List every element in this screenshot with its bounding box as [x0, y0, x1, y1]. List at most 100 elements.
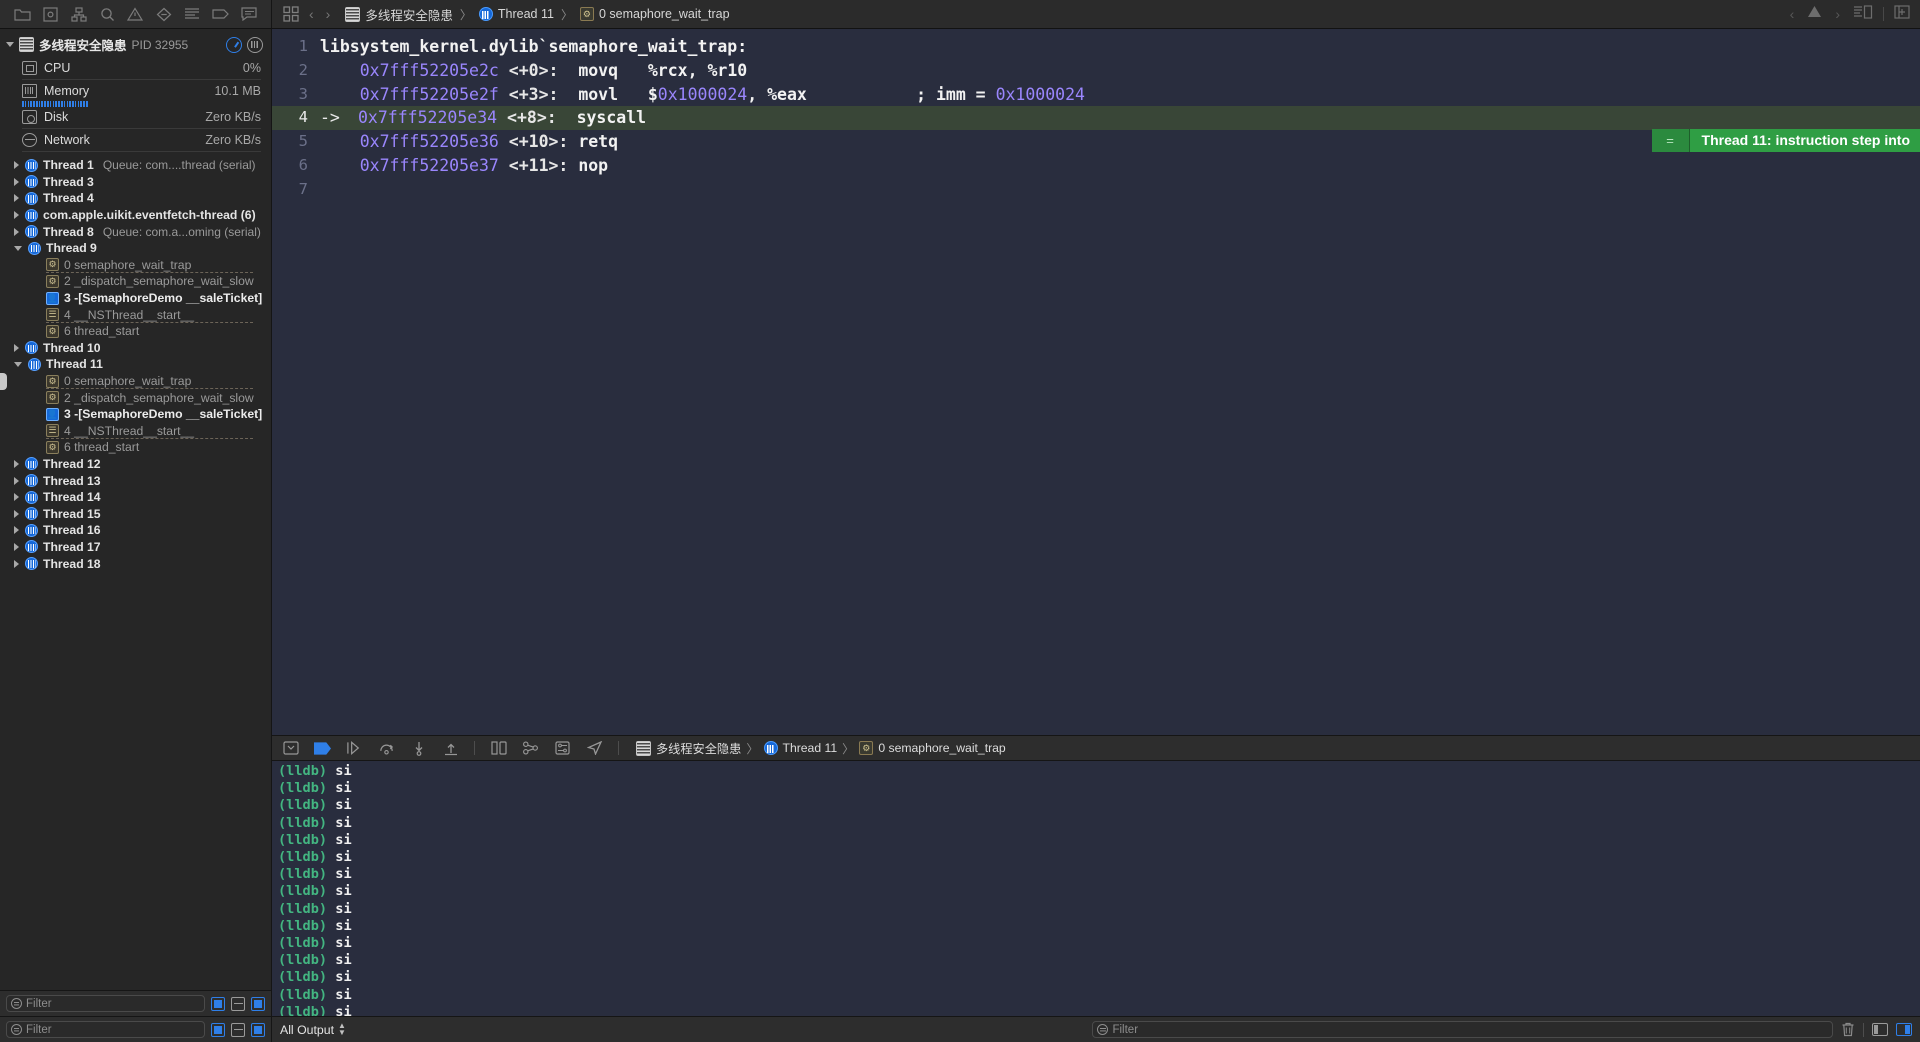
disclosure-triangle-closed[interactable]: [14, 509, 19, 518]
disclosure-triangle-closed[interactable]: [14, 476, 19, 485]
thread-row[interactable]: Thread 13: [0, 472, 271, 489]
stat-row-memory[interactable]: Memory 10.1 MB: [0, 81, 271, 101]
process-disclosure-triangle[interactable]: [6, 42, 14, 47]
process-row[interactable]: 多线程安全隐患 PID 32955: [0, 31, 271, 58]
disclosure-triangle-closed[interactable]: [14, 459, 19, 468]
folder-icon[interactable]: [14, 6, 31, 23]
disclosure-triangle-closed[interactable]: [14, 526, 19, 535]
warning-triangle-icon[interactable]: [1807, 5, 1822, 23]
show-only-crashed-icon[interactable]: [211, 1022, 225, 1037]
chevron-left-icon[interactable]: ‹: [1787, 7, 1798, 21]
show-only-crashed-icon[interactable]: [211, 996, 225, 1011]
step-over-icon[interactable]: [378, 741, 395, 756]
thread-row[interactable]: Thread 10: [0, 340, 271, 357]
add-editor-icon[interactable]: [1894, 4, 1910, 24]
disclosure-triangle-closed[interactable]: [14, 493, 19, 502]
jumpbar-forward-button[interactable]: ›: [323, 7, 334, 21]
chevron-right-icon[interactable]: ›: [1832, 7, 1843, 21]
thread-row[interactable]: Thread 11: [0, 356, 271, 373]
stat-row-cpu[interactable]: CPU 0%: [0, 58, 271, 78]
stack-frame-row[interactable]: ⚙ 2 _dispatch_semaphore_wait_slow: [0, 273, 271, 290]
disclosure-triangle-open[interactable]: [14, 361, 22, 367]
navigator-filter-field-bottom[interactable]: Filter: [6, 1021, 205, 1038]
step-out-icon[interactable]: [442, 741, 459, 756]
stack-frame-row[interactable]: 👤 3 -[SemaphoreDemo __saleTicket]: [0, 290, 271, 307]
thread-row[interactable]: Thread 8 Queue: com.a...oming (serial): [0, 223, 271, 240]
environment-overrides-icon[interactable]: [554, 741, 571, 756]
code-line[interactable]: 2 0x7fff52205e2c <+0>: movq %rcx, %r10: [272, 59, 1920, 83]
code-line-current[interactable]: 4 -> 0x7fff52205e34 <+8>: syscall: [272, 106, 1920, 131]
jumpbar-back-button[interactable]: ‹: [306, 7, 317, 21]
thread-row[interactable]: Thread 12: [0, 456, 271, 473]
stack-frame-row[interactable]: ⚙ 2 _dispatch_semaphore_wait_slow: [0, 389, 271, 406]
debug-breadcrumb-project[interactable]: 多线程安全隐患: [656, 739, 741, 757]
show-only-running-icon[interactable]: [231, 996, 245, 1011]
show-variables-pane-icon[interactable]: [1896, 1023, 1913, 1036]
report-icon[interactable]: [184, 6, 201, 23]
disclosure-triangle-closed[interactable]: [14, 177, 19, 186]
stack-frame-row[interactable]: ⚙ 0 semaphore_wait_trap: [0, 372, 271, 390]
stack-frame-row[interactable]: ⚙ 0 semaphore_wait_trap: [0, 257, 271, 274]
thread-row[interactable]: Thread 14: [0, 489, 271, 506]
continue-icon[interactable]: [346, 741, 363, 756]
stack-frame-row[interactable]: ⚙ 6 thread_start: [0, 323, 271, 340]
debug-breadcrumb-frame[interactable]: 0 semaphore_wait_trap: [878, 741, 1005, 755]
disclosure-triangle-open[interactable]: [14, 245, 22, 251]
comment-icon[interactable]: [240, 6, 257, 23]
trash-icon[interactable]: [1841, 1022, 1855, 1037]
thread-row[interactable]: Thread 3: [0, 174, 271, 191]
debug-memory-graph-icon[interactable]: [522, 741, 539, 756]
show-console-pane-icon[interactable]: [1872, 1023, 1889, 1036]
stat-row-disk[interactable]: Disk Zero KB/s: [0, 107, 271, 127]
pane-resize-handle[interactable]: [0, 372, 7, 390]
thread-row[interactable]: Thread 1 Queue: com....thread (serial): [0, 157, 271, 174]
output-scope-popup[interactable]: All Output ▲ ▼: [280, 1022, 346, 1037]
stack-frame-row[interactable]: 👤 3 -[SemaphoreDemo __saleTicket]: [0, 406, 271, 423]
disclosure-triangle-closed[interactable]: [14, 194, 19, 203]
code-line[interactable]: 1 libsystem_kernel.dylib`semaphore_wait_t…: [272, 35, 1920, 59]
thread-row[interactable]: Thread 4: [0, 190, 271, 207]
code-line[interactable]: 3 0x7fff52205e2f <+3>: movl $0x1000024, …: [272, 83, 1920, 107]
navigator-filter-field[interactable]: Filter: [6, 995, 205, 1012]
breadcrumb-frame[interactable]: 0 semaphore_wait_trap: [599, 7, 730, 21]
search-icon[interactable]: [99, 6, 116, 23]
breadcrumb-project[interactable]: 多线程安全隐患: [365, 5, 453, 24]
disassembly-view[interactable]: 1 libsystem_kernel.dylib`semaphore_wait_t…: [272, 29, 1920, 735]
gauge-icon[interactable]: [226, 36, 242, 53]
debug-navigator-scroll[interactable]: 多线程安全隐患 PID 32955 CPU 0% Memory 10.1 MB …: [0, 29, 271, 990]
disclosure-triangle-closed[interactable]: [14, 211, 19, 220]
thread-row[interactable]: Thread 9: [0, 240, 271, 257]
thread-row[interactable]: Thread 15: [0, 505, 271, 522]
stack-frame-row[interactable]: ☰ 4 __NSThread__start__: [0, 306, 271, 323]
thread-row[interactable]: Thread 17: [0, 539, 271, 556]
breadcrumb-thread[interactable]: Thread 11: [498, 7, 554, 21]
disclosure-triangle-closed[interactable]: [14, 227, 19, 236]
show-only-stack-icon[interactable]: [251, 1022, 265, 1037]
symbol-hierarchy-icon[interactable]: [70, 6, 87, 23]
breakpoint-icon[interactable]: [155, 6, 172, 23]
disclosure-triangle-closed[interactable]: [14, 542, 19, 551]
code-line[interactable]: 7: [272, 178, 1920, 202]
grid-icon[interactable]: [282, 5, 300, 23]
show-only-running-icon[interactable]: [231, 1022, 245, 1037]
thread-row[interactable]: com.apple.uikit.eventfetch-thread (6): [0, 207, 271, 224]
code-line[interactable]: 6 0x7fff52205e37 <+11>: nop: [272, 154, 1920, 178]
warning-icon[interactable]: [127, 6, 144, 23]
hide-debug-area-icon[interactable]: [282, 741, 299, 756]
thread-row[interactable]: Thread 16: [0, 522, 271, 539]
thread-row[interactable]: Thread 18: [0, 555, 271, 572]
debug-view-hierarchy-icon[interactable]: [490, 741, 507, 756]
tag-icon[interactable]: [212, 6, 229, 23]
source-control-icon[interactable]: [42, 6, 59, 23]
stack-frame-row[interactable]: ⚙ 6 thread_start: [0, 439, 271, 456]
step-into-icon[interactable]: [410, 741, 427, 756]
disclosure-triangle-closed[interactable]: [14, 343, 19, 352]
stat-row-network[interactable]: Network Zero KB/s: [0, 130, 271, 150]
simulate-location-icon[interactable]: [586, 741, 603, 756]
console-output[interactable]: (lldb) si (lldb) si (lldb) si (lldb) si (lld…: [272, 761, 1920, 1016]
stack-frame-row[interactable]: ☰ 4 __NSThread__start__: [0, 423, 271, 440]
disclosure-triangle-closed[interactable]: [14, 559, 19, 568]
console-filter-field[interactable]: Filter: [1092, 1021, 1834, 1038]
show-only-stack-icon[interactable]: [251, 996, 265, 1011]
editor-options-icon[interactable]: [1853, 4, 1873, 24]
